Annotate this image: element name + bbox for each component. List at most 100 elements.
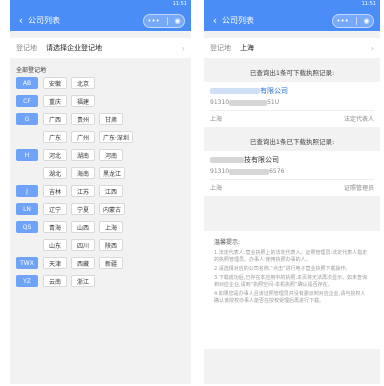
group-letter-badge [16, 131, 38, 143]
city-button[interactable]: 海南 [71, 167, 95, 179]
nav-bar: ‹ 公司列表 ••• ◉ [204, 9, 380, 31]
city-button[interactable]: 河北 [43, 149, 67, 161]
back-arrow-icon[interactable]: ‹ [208, 14, 222, 27]
city-group-row: CF 重庆 福建 [10, 95, 191, 110]
city-group-row: QS 青海 山西 上海 [10, 221, 191, 236]
city-button[interactable]: 安徽 [43, 77, 67, 89]
mini-program-capsule: ••• ◉ [332, 14, 374, 28]
city-group-row: AB 安徽 北京 [10, 77, 191, 92]
group-letter-badge [16, 167, 38, 179]
register-location-selector[interactable]: 登记地 请选择企业登记地 › [10, 38, 191, 58]
redacted-text [210, 157, 244, 163]
credit-code: 91310 6576 [210, 168, 285, 175]
city-group-row: G 广西 贵州 甘肃 [10, 113, 191, 128]
city-button[interactable]: 福建 [71, 95, 95, 107]
chevron-right-icon: › [370, 43, 374, 53]
city-button[interactable]: 江苏 [71, 185, 95, 197]
company-card-downloaded[interactable]: 技有限公司 91310 6576 上海 证照管理员 [204, 151, 380, 196]
city-button[interactable]: 宁夏 [71, 203, 95, 215]
tip-item: 1.法定代表人:营业执照上的法定代表人。证照管理员:法定代表人指定的执照管理员。… [214, 250, 368, 263]
city-button[interactable]: 四川 [71, 239, 95, 251]
register-placeholder: 请选择企业登记地 [46, 44, 102, 52]
city-button[interactable]: 甘肃 [99, 113, 123, 125]
downloadable-records-heading: 已查询出1条可下载执照记录: [249, 69, 335, 77]
city-button[interactable]: 广东·深圳 [99, 131, 133, 143]
city-button[interactable]: 广东 [43, 131, 67, 143]
group-letter-badge: CF [16, 95, 38, 107]
city-button[interactable]: 湖南 [71, 149, 95, 161]
status-bar: 11:51 [204, 0, 380, 9]
city-button[interactable]: 贵州 [71, 113, 95, 125]
group-letter-badge: QS [16, 221, 38, 233]
close-circle-icon[interactable]: ◉ [363, 17, 369, 25]
company-name: 技有限公司 [210, 155, 374, 165]
city-button[interactable]: 北京 [71, 77, 95, 89]
city-button[interactable]: 山西 [71, 221, 95, 233]
city-button[interactable]: 河南 [99, 149, 123, 161]
back-arrow-icon[interactable]: ‹ [14, 14, 28, 27]
close-circle-icon[interactable]: ◉ [174, 17, 180, 25]
city-button[interactable]: 内蒙古 [99, 203, 126, 215]
group-letter-badge: G [16, 113, 38, 125]
city-button[interactable]: 新疆 [99, 257, 123, 269]
city-groups: AB 安徽 北京 CF 重庆 福建 G 广西 贵州 甘肃广东 广州 广东·深圳 H 河北 湖南 河南湖北 海南黑… [10, 77, 191, 290]
redacted-text [210, 88, 260, 94]
city-group-row: 广东 广州 广东·深圳 [10, 131, 191, 146]
city-button[interactable]: 山东 [43, 239, 67, 251]
status-time: 11:51 [172, 1, 187, 7]
tips-title: 温馨提示: [214, 239, 241, 246]
mini-program-capsule: ••• ◉ [143, 14, 185, 28]
group-letter-badge [16, 239, 38, 251]
group-letter-badge: H [16, 149, 38, 161]
section-title: 全部登记地 [16, 67, 47, 74]
group-letter-badge: LN [16, 203, 38, 215]
redacted-text [229, 168, 270, 175]
city-button[interactable]: 广西 [43, 113, 67, 125]
city-button[interactable]: 天津 [43, 257, 67, 269]
more-icon[interactable]: ••• [147, 17, 159, 25]
city-button[interactable]: 重庆 [43, 95, 67, 107]
city-button[interactable]: 江西 [99, 185, 123, 197]
city-button[interactable]: 西藏 [71, 257, 95, 269]
city-group-row: TWX 天津 西藏 新疆 [10, 257, 191, 272]
city-group-row: YZ 云南 浙江 [10, 275, 191, 290]
city-group-row: 山东 四川 陕西 [10, 239, 191, 254]
more-icon[interactable]: ••• [336, 17, 348, 25]
tip-item: 3.下载成功后,已存在本应用中的执照,本页将无法再次显示。如未查询到对应企业,请… [214, 275, 367, 288]
city-button[interactable]: 青海 [43, 221, 67, 233]
register-location-selector[interactable]: 登记地 上海 › [204, 38, 380, 58]
page-title: 公司列表 [222, 15, 254, 25]
user-role: 法定代表人 [343, 116, 374, 123]
register-label: 登记地 [16, 44, 37, 52]
city-group-row: J 吉林 江苏 江西 [10, 185, 191, 200]
group-letter-badge: J [16, 185, 38, 197]
company-location: 上海 [210, 116, 223, 123]
city-button[interactable]: 上海 [99, 221, 123, 233]
page-title: 公司列表 [28, 15, 60, 25]
status-bar: 11:51 [10, 0, 191, 9]
city-button[interactable]: 辽宁 [43, 203, 67, 215]
company-list-screen: 11:51 ‹ 公司列表 ••• ◉ 登记地 上海 › 已查询出1条可下载执照记… [204, 0, 380, 384]
city-button[interactable]: 吉林 [43, 185, 67, 197]
city-button[interactable]: 黑龙江 [99, 167, 126, 179]
city-button[interactable]: 云南 [43, 275, 67, 287]
company-location: 上海 [210, 185, 223, 192]
city-button[interactable]: 陕西 [99, 239, 123, 251]
city-button[interactable]: 浙江 [71, 275, 95, 287]
tip-item: 2.请选择对应的公司名称,“点击”进行电子营业执照下载操作。 [214, 266, 351, 272]
tips-panel: 温馨提示: 1.法定代表人:营业执照上的法定代表人。证照管理员:法定代表人指定的… [204, 231, 380, 349]
tip-item: 4.如果您是办事人且该证照管理员并没有委派到对应企业,请与授权人确认该授权办事人… [214, 291, 366, 304]
group-letter-badge: YZ [16, 275, 38, 287]
chevron-right-icon: › [181, 43, 185, 53]
city-group-row: H 河北 湖南 河南 [10, 149, 191, 164]
user-role: 证照管理员 [343, 185, 374, 192]
register-label: 登记地 [210, 44, 231, 52]
credit-code: 91310 51U [210, 99, 280, 106]
city-button[interactable]: 广州 [71, 131, 95, 143]
city-picker-screen: 11:51 ‹ 公司列表 ••• ◉ 登记地 请选择企业登记地 › 全部登记地 … [10, 0, 191, 384]
redacted-text [229, 99, 268, 106]
company-card-downloadable[interactable]: 有限公司 91310 51U 上海 法定代表人 [204, 82, 380, 127]
company-name: 有限公司 [210, 86, 374, 96]
group-letter-badge: AB [16, 77, 38, 89]
city-button[interactable]: 湖北 [43, 167, 67, 179]
